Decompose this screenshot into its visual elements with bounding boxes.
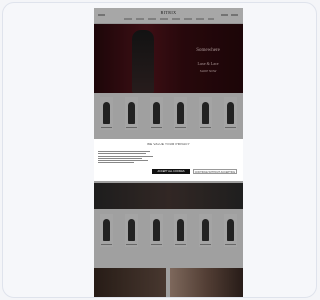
reject-cookies-button[interactable]: CONTINUE WITHOUT ACCEPTING xyxy=(193,169,237,174)
accept-cookies-button[interactable]: ACCEPT ALL COOKIES xyxy=(152,169,190,174)
consent-title: WE VALUE YOUR PRIVACY xyxy=(147,142,190,146)
cookie-consent-dialog: WE VALUE YOUR PRIVACY ACCEPT ALL COOKIES… xyxy=(94,139,243,181)
consent-body-text xyxy=(98,150,156,165)
website-screenshot: BITRIX Somewhere Luxe & Lace SHOP NOW WE… xyxy=(94,8,243,297)
screenshot-card: BITRIX Somewhere Luxe & Lace SHOP NOW WE… xyxy=(2,2,317,298)
